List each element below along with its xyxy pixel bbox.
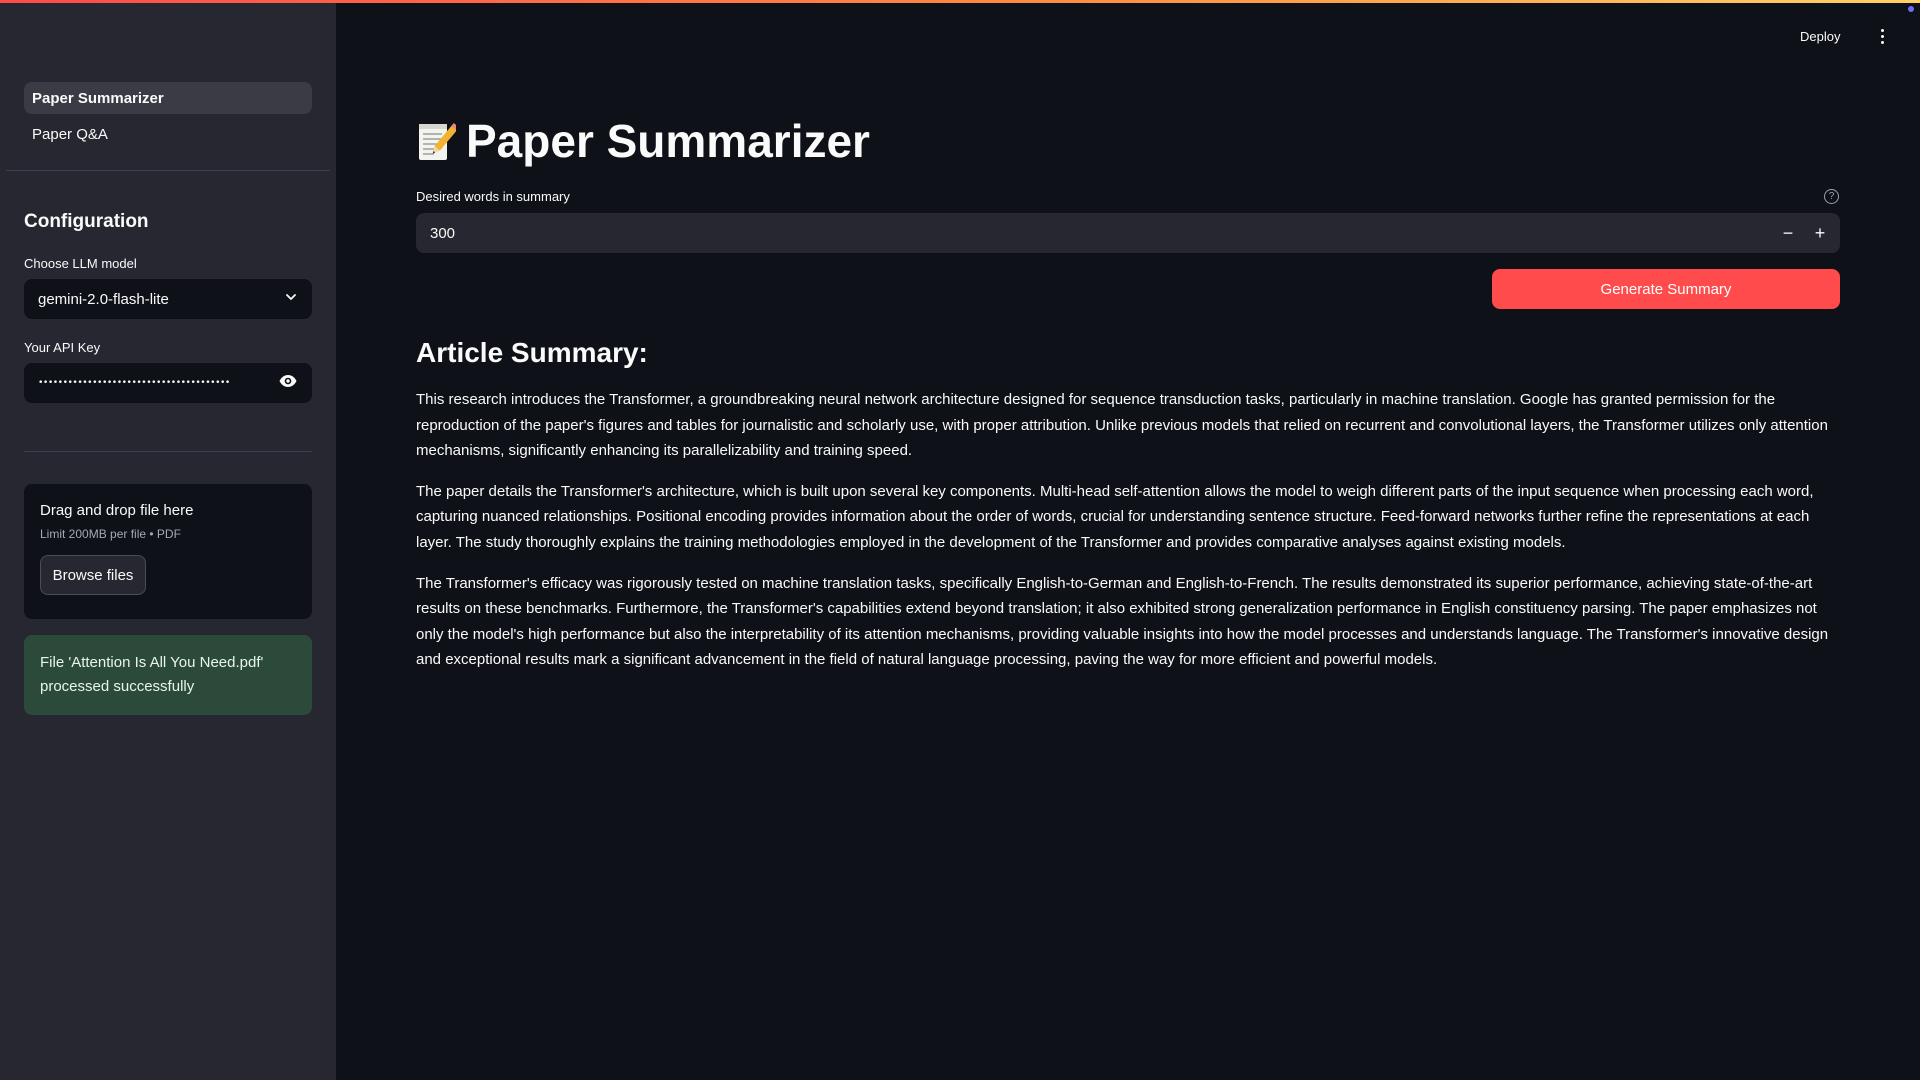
model-select[interactable]: gemini-2.0-flash-lite xyxy=(24,279,312,319)
sidebar-item-label: Paper Q&A xyxy=(32,125,108,143)
sidebar-nav: Paper Summarizer Paper Q&A xyxy=(24,82,312,154)
decrement-button[interactable]: − xyxy=(1772,213,1804,253)
sidebar-item-label: Paper Summarizer xyxy=(32,89,164,107)
help-circle-icon[interactable]: ? xyxy=(1824,189,1839,204)
summary-body: This research introduces the Transformer… xyxy=(416,387,1840,688)
api-key-input[interactable] xyxy=(38,378,238,388)
words-input-label: Desired words in summary xyxy=(416,189,570,204)
kebab-menu-icon[interactable] xyxy=(1874,24,1890,48)
model-select-label: Choose LLM model xyxy=(24,256,137,271)
page-title-text: Paper Summarizer xyxy=(466,115,870,167)
sidebar: Paper Summarizer Paper Q&A Configuration… xyxy=(0,0,336,1080)
dropzone-subtitle: Limit 200MB per file • PDF xyxy=(40,527,181,541)
summary-paragraph: This research introduces the Transformer… xyxy=(416,391,1828,460)
eye-icon[interactable] xyxy=(278,371,298,396)
status-dot xyxy=(1908,6,1914,12)
sidebar-item-paper-summarizer[interactable]: Paper Summarizer xyxy=(24,82,312,114)
configuration-heading: Configuration xyxy=(24,211,149,232)
sidebar-item-paper-qa[interactable]: Paper Q&A xyxy=(24,118,312,150)
deploy-button[interactable]: Deploy xyxy=(1800,24,1840,48)
summary-paragraph: The Transformer's efficacy was rigorousl… xyxy=(416,574,1829,669)
summary-heading: Article Summary: xyxy=(416,337,648,368)
browse-files-button[interactable]: Browse files xyxy=(40,555,146,595)
file-uploader-dropzone[interactable]: Drag and drop file here Limit 200MB per … xyxy=(24,484,312,619)
sidebar-divider xyxy=(24,451,312,452)
dropzone-title: Drag and drop file here xyxy=(40,502,194,519)
chevron-down-icon xyxy=(284,290,298,308)
increment-button[interactable]: + xyxy=(1804,213,1836,253)
api-key-field xyxy=(24,363,312,403)
page-title: Paper Summarizer xyxy=(416,114,870,168)
top-loading-bar xyxy=(0,0,1920,3)
summary-paragraph: The paper details the Transformer's arch… xyxy=(416,482,1814,551)
success-alert: File 'Attention Is All You Need.pdf' pro… xyxy=(24,635,312,715)
memo-icon xyxy=(416,119,460,163)
words-number-input[interactable] xyxy=(416,224,1772,242)
generate-summary-button[interactable]: Generate Summary xyxy=(1492,269,1840,309)
words-number-field: − + xyxy=(416,213,1840,253)
model-select-value: gemini-2.0-flash-lite xyxy=(38,290,169,308)
sidebar-divider xyxy=(6,170,330,171)
api-key-label: Your API Key xyxy=(24,340,101,355)
